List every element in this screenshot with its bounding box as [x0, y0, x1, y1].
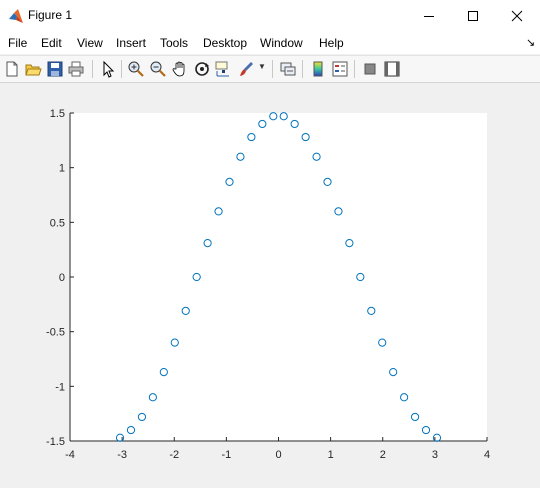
y-tick-label: 0.5 — [50, 217, 65, 229]
y-tick-label: 1 — [59, 163, 65, 175]
colorbar-icon[interactable] — [309, 60, 327, 78]
minimize-button[interactable] — [406, 0, 452, 32]
link-plot-icon[interactable] — [279, 60, 297, 78]
menu-file[interactable]: File — [8, 36, 27, 50]
data-cursor-icon[interactable] — [214, 60, 232, 78]
menu-desktop[interactable]: Desktop — [203, 36, 247, 50]
x-tick-label: -2 — [169, 449, 179, 461]
print-icon[interactable] — [67, 60, 85, 78]
legend-icon[interactable] — [331, 60, 349, 78]
menu-window[interactable]: Window — [260, 36, 303, 50]
y-tick-label: -1.5 — [46, 436, 65, 448]
x-tick-label: 2 — [380, 449, 386, 461]
figure-toolbar: ▼ — [0, 55, 540, 83]
x-tick-label: 1 — [328, 449, 334, 461]
show-plot-tools-icon[interactable] — [383, 60, 401, 78]
window-title: Figure 1 — [28, 8, 73, 22]
maximize-button[interactable] — [450, 0, 496, 32]
menu-bar: File Edit View Insert Tools Desktop Wind… — [0, 32, 540, 54]
close-icon — [511, 10, 523, 22]
y-tick-label: -1 — [55, 381, 65, 393]
open-file-icon[interactable] — [24, 60, 42, 78]
toolbar-separator — [302, 60, 303, 78]
title-bar: Figure 1 — [0, 0, 540, 32]
y-tick-label: 0 — [59, 272, 65, 284]
new-figure-icon[interactable] — [3, 60, 21, 78]
toolbar-separator — [354, 60, 355, 78]
menu-tools[interactable]: Tools — [160, 36, 188, 50]
zoom-in-icon[interactable] — [127, 60, 145, 78]
menu-insert[interactable]: Insert — [116, 36, 146, 50]
x-tick-label: -1 — [221, 449, 231, 461]
x-tick-label: 4 — [484, 449, 490, 461]
dock-arrow-icon[interactable]: ↘ — [526, 36, 535, 49]
menu-edit[interactable]: Edit — [41, 36, 62, 50]
select-arrow-icon[interactable] — [99, 60, 117, 78]
save-icon[interactable] — [46, 60, 64, 78]
x-tick-label: -3 — [117, 449, 127, 461]
brush-icon[interactable] — [237, 60, 255, 78]
scatter-plot[interactable]: -4 -3 -2 -1 0 1 2 3 4 1.5 1 0.5 0 -0.5 -1 -1.5 — [0, 83, 540, 488]
brush-dropdown-icon[interactable]: ▼ — [258, 62, 266, 74]
pan-hand-icon[interactable] — [171, 60, 189, 78]
maximize-icon — [468, 11, 478, 21]
minimize-icon — [424, 16, 434, 17]
axes-background — [70, 113, 487, 441]
y-tick-label: 1.5 — [50, 108, 65, 120]
toolbar-separator — [92, 60, 93, 78]
rotate-3d-icon[interactable] — [193, 60, 211, 78]
x-tick-label: 0 — [275, 449, 281, 461]
zoom-out-icon[interactable] — [149, 60, 167, 78]
close-button[interactable] — [494, 0, 540, 32]
x-tick-label: -4 — [65, 449, 75, 461]
hide-plot-tools-icon[interactable] — [361, 60, 379, 78]
toolbar-separator — [121, 60, 122, 78]
x-tick-label: 3 — [432, 449, 438, 461]
menu-view[interactable]: View — [77, 36, 103, 50]
y-tick-label: -0.5 — [46, 327, 65, 339]
figure-window: Figure 1 File Edit View Insert Tools Des… — [0, 0, 540, 488]
toolbar-separator — [272, 60, 273, 78]
figure-canvas: -4 -3 -2 -1 0 1 2 3 4 1.5 1 0.5 0 -0.5 -1 -1.5 — [0, 83, 540, 488]
matlab-logo-icon — [9, 9, 23, 23]
menu-help[interactable]: Help — [319, 36, 344, 50]
